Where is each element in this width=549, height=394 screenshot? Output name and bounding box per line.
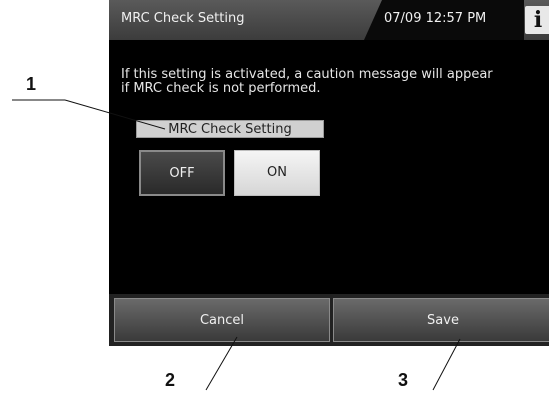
callout-1: 1 bbox=[26, 74, 37, 94]
datetime-display: 07/09 12:57 PM bbox=[384, 11, 487, 26]
description-line-1: If this setting is activated, a caution … bbox=[121, 67, 493, 82]
page-title: MRC Check Setting bbox=[121, 11, 245, 26]
description-text: If this setting is activated, a caution … bbox=[121, 68, 493, 96]
device-screen: MRC Check Setting 07/09 12:57 PM i If th… bbox=[109, 0, 549, 346]
off-button[interactable]: OFF bbox=[139, 150, 225, 196]
description-line-2: if MRC check is not performed. bbox=[121, 81, 321, 96]
info-icon[interactable]: i bbox=[525, 6, 549, 34]
callout-2: 2 bbox=[165, 370, 176, 390]
cancel-button[interactable]: Cancel bbox=[114, 298, 330, 342]
callout-3-line bbox=[432, 338, 461, 391]
save-button[interactable]: Save bbox=[333, 298, 549, 342]
callout-3: 3 bbox=[398, 370, 409, 390]
on-button[interactable]: ON bbox=[234, 150, 320, 196]
setting-label: MRC Check Setting bbox=[136, 120, 324, 138]
